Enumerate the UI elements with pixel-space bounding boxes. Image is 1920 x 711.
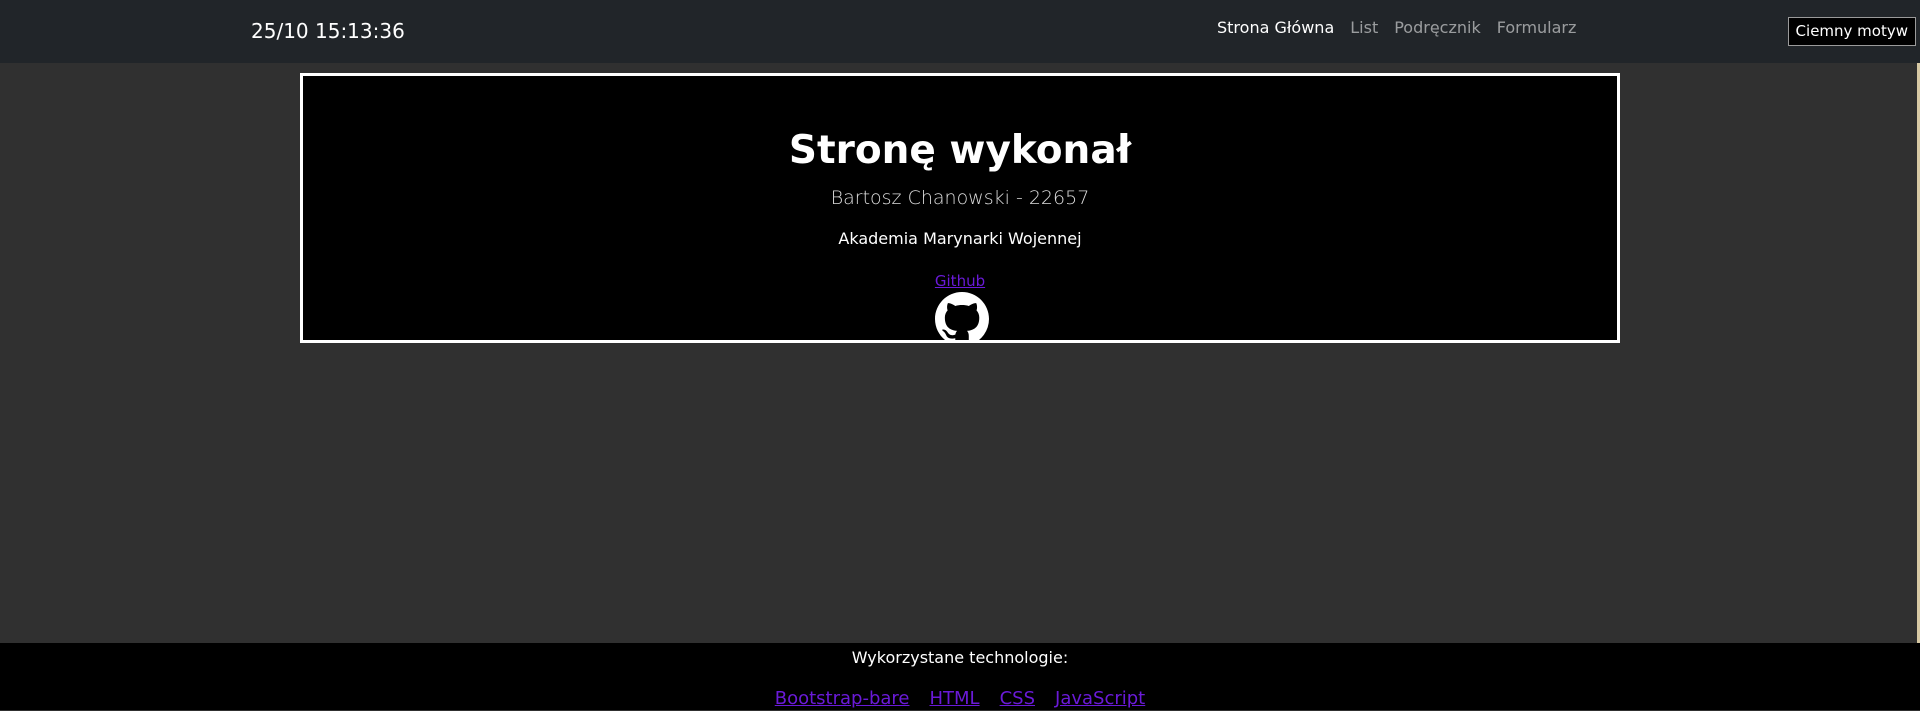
nav-link-list[interactable]: List [1350,16,1378,40]
theme-toggle-button[interactable]: Ciemny motyw [1787,17,1916,46]
footer-link-css[interactable]: CSS [1000,687,1035,711]
footer-link-bootstrap[interactable]: Bootstrap-bare [775,687,910,711]
footer: Wykorzystane technologie: Bootstrap-bare… [0,643,1920,710]
nav-link-podrecznik[interactable]: Podręcznik [1394,16,1481,40]
footer-link-html[interactable]: HTML [930,687,980,711]
school-name: Akademia Marynarki Wojennej [838,229,1082,248]
nav-link-strona-glowna[interactable]: Strona Główna [1217,16,1334,40]
github-link[interactable]: Github [935,272,985,290]
footer-links: Bootstrap-bare HTML CSS JavaScript [0,687,1920,711]
page-title: Stronę wykonał [788,128,1132,173]
github-icon[interactable] [935,292,989,343]
footer-title: Wykorzystane technologie: [851,648,1069,667]
navbar: 25/10 15:13:36 Strona Główna List Podręc… [0,0,1920,63]
github-link-wrapper: Github [303,271,1617,291]
author-name: Bartosz Chanowski - 22657 [830,187,1090,209]
nav-links: Strona Główna List Podręcznik Formularz [1217,16,1576,40]
clock: 25/10 15:13:36 [251,19,405,43]
author-card: Stronę wykonał Bartosz Chanowski - 22657… [300,73,1620,343]
footer-link-javascript[interactable]: JavaScript [1055,687,1145,711]
nav-link-formularz[interactable]: Formularz [1497,16,1577,40]
